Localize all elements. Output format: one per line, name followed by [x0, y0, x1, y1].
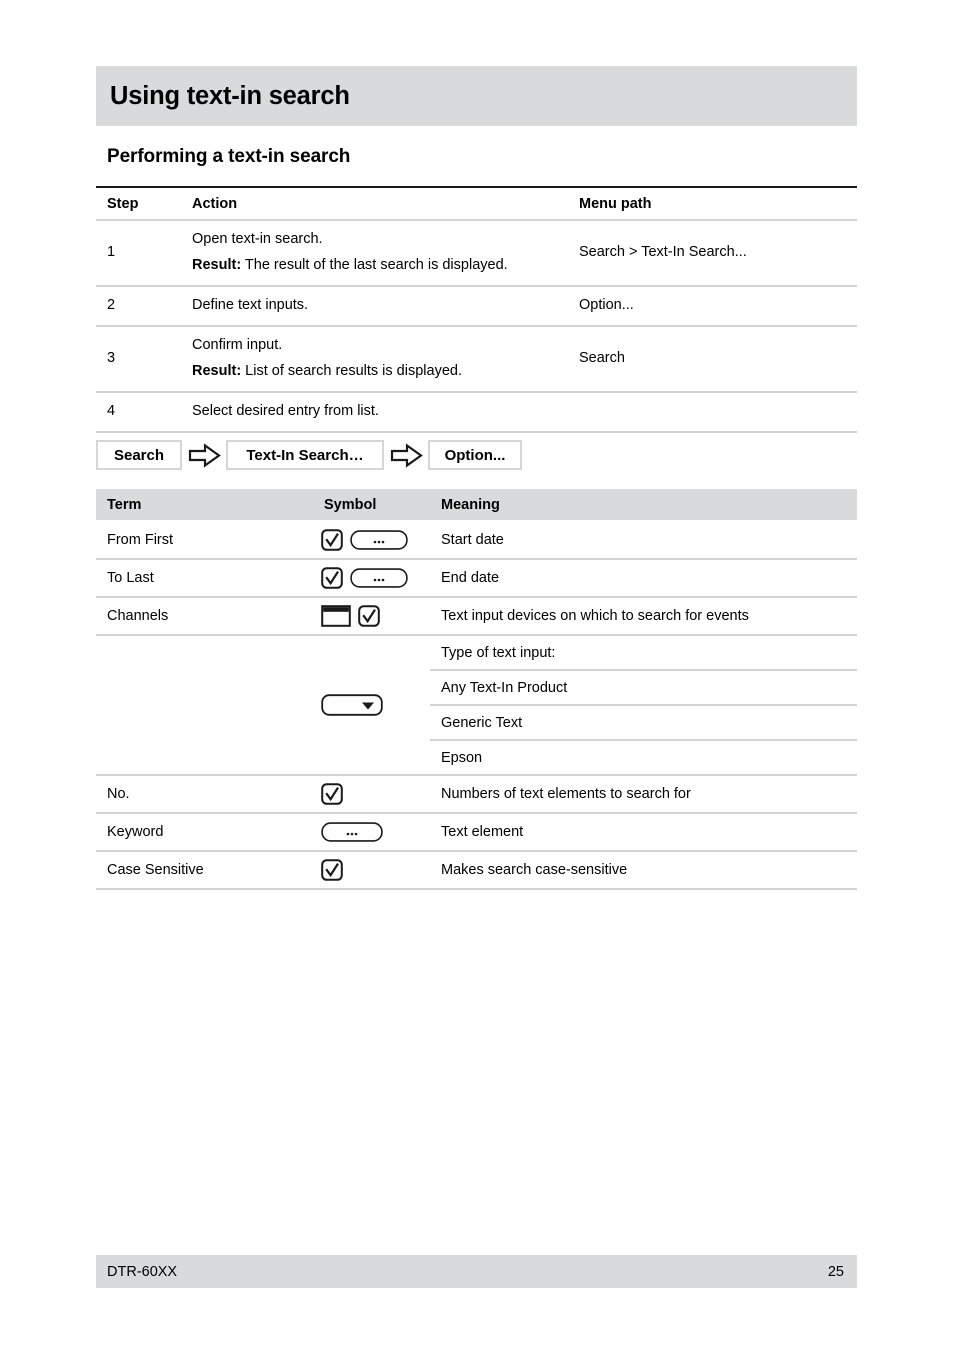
term-meaning: Text element — [430, 813, 857, 852]
checkbox-checked-icon[interactable] — [321, 783, 343, 805]
action-text: Select desired entry from list. — [192, 403, 379, 420]
table-row: Case Sensitive Makes search case-sensiti… — [96, 851, 857, 890]
terms-table-header-row: Term Symbol Meaning — [96, 489, 857, 522]
action-text: Confirm input. — [192, 337, 283, 354]
steps-header-menu-path: Menu path — [568, 186, 857, 221]
chapter-title-band: Using text-in search — [96, 66, 857, 126]
action-text: Open text-in search. — [192, 231, 323, 247]
table-row: From First Start date — [96, 521, 857, 560]
term-symbol — [313, 559, 430, 598]
terms-header-symbol: Symbol — [313, 489, 430, 522]
term-symbol — [313, 813, 430, 852]
document-page: Using text-in search Performing a text-i… — [96, 0, 857, 1354]
step-number: 3 — [96, 326, 181, 394]
step-menu-path: Search > Text-In Search... — [568, 220, 857, 288]
table-row: Type of text input: — [96, 635, 857, 776]
term-meaning: Numbers of text elements to search for — [430, 775, 857, 814]
term-meaning: Makes search case-sensitive — [430, 851, 857, 890]
table-row: Channels Text input devices on which to … — [96, 597, 857, 636]
page-footer: DTR-60XX 25 — [96, 1255, 857, 1288]
term-name: Channels — [96, 597, 313, 636]
term-symbol — [313, 635, 430, 776]
term-meaning: Start date — [430, 521, 857, 560]
footer-page-number: 25 — [827, 1263, 844, 1280]
term-name: No. — [96, 775, 313, 814]
term-symbol — [313, 851, 430, 890]
step-action: Select desired entry from list. — [181, 392, 568, 434]
term-symbol — [313, 597, 430, 636]
term-meaning: Text input devices on which to search fo… — [430, 597, 857, 636]
term-symbol — [313, 775, 430, 814]
result-text: The result of the last search is display… — [241, 257, 508, 274]
term-meaning: Any Text-In Product — [430, 670, 857, 706]
term-meaning: Epson — [430, 740, 857, 776]
term-meaning: End date — [430, 559, 857, 598]
section-heading: Performing a text-in search — [107, 146, 351, 167]
ellipsis-button[interactable] — [350, 568, 408, 588]
flow-button-text-in-search[interactable]: Text-In Search… — [226, 440, 384, 470]
flow-button-search[interactable]: Search — [96, 440, 182, 470]
step-number: 1 — [96, 220, 181, 288]
term-name: To Last — [96, 559, 313, 598]
result-label: Result: — [192, 257, 242, 274]
checkbox-checked-icon[interactable] — [358, 605, 380, 627]
term-symbol — [313, 521, 430, 560]
table-row: 1 Open text-in search. Result: The resul… — [96, 220, 857, 288]
term-name: Case Sensitive — [96, 851, 313, 890]
steps-table-header-row: Step Action Menu path — [96, 186, 857, 221]
result-label: Result: — [192, 363, 242, 380]
steps-table: Step Action Menu path 1 Open text-in sea… — [96, 186, 857, 434]
checkbox-checked-icon[interactable] — [321, 859, 343, 881]
dropdown-icon[interactable] — [321, 694, 383, 716]
table-row: To Last End date — [96, 559, 857, 598]
step-action: Define text inputs. — [181, 286, 568, 328]
page-title: Using text-in search — [110, 81, 350, 110]
table-row: 4 Select desired entry from list. — [96, 392, 857, 434]
terms-table: Term Symbol Meaning From First Start dat… — [96, 489, 857, 890]
ellipsis-button[interactable] — [350, 530, 408, 550]
step-menu-path — [568, 392, 857, 434]
result-text: List of search results is displayed. — [241, 363, 462, 380]
term-name — [96, 705, 313, 740]
step-menu-path: Option... — [568, 286, 857, 328]
step-number: 2 — [96, 286, 181, 328]
term-meaning: Generic Text — [430, 705, 857, 741]
step-menu-path: Search — [568, 326, 857, 394]
footer-model: DTR-60XX — [107, 1263, 178, 1280]
screen-icon[interactable] — [321, 605, 351, 627]
checkbox-checked-icon[interactable] — [321, 529, 343, 551]
table-row: Keyword Text element — [96, 813, 857, 852]
table-row: Generic Text — [96, 705, 857, 741]
term-name — [96, 670, 313, 705]
term-name: Keyword — [96, 813, 313, 852]
ellipsis-button[interactable] — [321, 822, 383, 842]
action-text: Define text inputs. — [192, 297, 309, 314]
flow-button-option[interactable]: Option... — [428, 440, 522, 470]
table-row: No. Numbers of text elements to search f… — [96, 775, 857, 814]
steps-header-action: Action — [181, 186, 568, 221]
table-row: Any Text-In Product — [96, 670, 857, 706]
term-name: From First — [96, 521, 313, 560]
action-result: Result: The result of the last search is… — [192, 255, 568, 276]
menu-path-flow: Search Text-In Search… Option... — [96, 438, 522, 472]
table-row: Epson — [96, 740, 857, 776]
table-row: 2 Define text inputs. Option... — [96, 286, 857, 328]
table-row: 3 Confirm input. Result: List of search … — [96, 326, 857, 394]
term-name — [96, 740, 313, 776]
step-action: Open text-in search. Result: The result … — [181, 220, 568, 288]
terms-header-meaning: Meaning — [430, 489, 857, 522]
block-arrow-right-icon — [182, 442, 226, 468]
term-name — [96, 635, 313, 670]
terms-header-term: Term — [96, 489, 313, 522]
block-arrow-right-icon — [384, 442, 428, 468]
checkbox-checked-icon[interactable] — [321, 567, 343, 589]
term-meaning: Type of text input: — [430, 635, 857, 671]
steps-header-step: Step — [96, 186, 181, 221]
step-action: Confirm input. Result: List of search re… — [181, 326, 568, 394]
step-number: 4 — [96, 392, 181, 434]
action-result: Result: List of search results is displa… — [192, 361, 568, 382]
